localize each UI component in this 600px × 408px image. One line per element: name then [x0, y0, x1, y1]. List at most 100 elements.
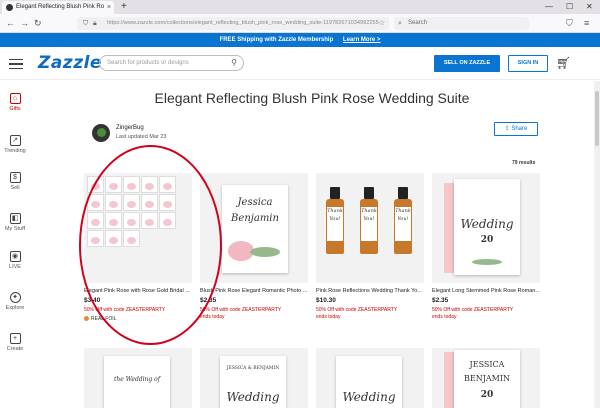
- bottle-art: Thank You!: [360, 187, 378, 254]
- maximize-icon[interactable]: ☐: [566, 0, 573, 14]
- promo-banner: FREE Shipping with Zazzle Membership Lea…: [0, 33, 600, 47]
- foil-badge-label: REAL FOIL: [91, 316, 117, 322]
- browser-search-placeholder: Search: [408, 20, 428, 26]
- sidenav-trending[interactable]: ↗ Trending: [0, 135, 30, 154]
- product-image[interactable]: Thank You! Thank You! Thank You!: [316, 173, 424, 283]
- product-image[interactable]: Jessica Benjamin: [200, 173, 308, 283]
- close-tab-icon[interactable]: ×: [107, 1, 111, 14]
- new-tab-icon[interactable]: +: [121, 0, 127, 14]
- site-search-placeholder: Search for products or designs: [107, 60, 189, 66]
- sidenav-explore[interactable]: ✦ Explore: [0, 292, 30, 311]
- product-card[interactable]: JESSICA BENJAMIN 20: [432, 348, 540, 408]
- sticker-thumb: [141, 176, 158, 193]
- url-bar[interactable]: ⛉ 🔒︎ https://www.zazzle.com/collections/…: [77, 17, 389, 30]
- browser-search-box[interactable]: ⌕ Search: [394, 17, 529, 30]
- sell-on-zazzle-button[interactable]: SELL ON ZAZZLE: [434, 55, 500, 72]
- product-name[interactable]: Pink Rose Reflections Wedding Thank Yo..…: [316, 288, 424, 294]
- bottle-art: Thank You!: [394, 187, 412, 254]
- scrollbar-thumb[interactable]: [595, 91, 599, 146]
- product-discount: 50% Off with code ZEASTERPARTY: [316, 307, 398, 313]
- product-name[interactable]: Blush Pink Rose Elegant Romantic Photo .…: [200, 288, 308, 294]
- hamburger-menu-icon[interactable]: [9, 59, 23, 69]
- forward-icon[interactable]: →: [20, 17, 29, 29]
- bottle-label: Thank You!: [327, 207, 343, 241]
- sidenav-label: Gifts: [9, 106, 21, 112]
- browser-tab-bar: Elegant Reflecting Blush Pink Ro × + — ☐…: [0, 0, 600, 14]
- sticker-thumb: [123, 194, 140, 211]
- minimize-icon[interactable]: —: [545, 0, 553, 14]
- dollar-icon: $: [9, 172, 21, 183]
- product-card[interactable]: Thank You! Thank You! Thank You! Pink Ro…: [316, 173, 424, 320]
- product-card[interactable]: Wedding: [316, 348, 424, 408]
- sticker-thumb: [87, 230, 104, 247]
- product-image[interactable]: [84, 173, 192, 283]
- shield-icon: ⛉: [83, 20, 89, 27]
- search-icon[interactable]: ⚲: [231, 56, 237, 70]
- art-name-1: JESSICA: [469, 360, 505, 369]
- product-name[interactable]: Elegant Long Stemmed Pink Rose Roman...: [432, 288, 540, 294]
- leaf-art: [250, 247, 280, 257]
- site-search-input[interactable]: Search for products or designs ⚲: [99, 55, 244, 71]
- product-discount: 50% Off with code ZEASTERPARTY: [200, 307, 282, 313]
- product-price: $3.40: [84, 297, 101, 304]
- product-card[interactable]: Wedding 20 Elegant Long Stemmed Pink Ros…: [432, 173, 540, 320]
- site-header: Zazzle Search for products or designs ⚲ …: [0, 47, 600, 80]
- shopping-cart-icon[interactable]: 🛒︎: [556, 56, 571, 70]
- sidenav-create[interactable]: + Create: [0, 333, 30, 352]
- author-name[interactable]: ZingerBug: [116, 125, 144, 131]
- product-image[interactable]: Wedding 20: [432, 173, 540, 283]
- bottle-cap: [364, 187, 374, 199]
- sidenav-label: Create: [6, 346, 24, 352]
- browser-tab-title: Elegant Reflecting Blush Pink Ro: [16, 4, 105, 10]
- sticker-thumb: [123, 212, 140, 229]
- art-day: 20: [480, 235, 494, 245]
- url-text: https://www.zazzle.com/collections/elega…: [107, 20, 379, 26]
- sticker-thumb: [87, 176, 104, 193]
- zazzle-logo[interactable]: Zazzle: [38, 53, 102, 73]
- foil-badge: REAL FOIL: [84, 316, 192, 322]
- product-card[interactable]: JESSICA & BENJAMIN Wedding: [200, 348, 308, 408]
- share-button[interactable]: ⇪ Share: [494, 122, 538, 136]
- art-title: Wedding: [342, 390, 396, 404]
- browser-nav-bar: ← → ↻ ⛉ 🔒︎ https://www.zazzle.com/collec…: [0, 14, 600, 33]
- sidenav-my-stuff[interactable]: ◧ My Stuff: [0, 213, 30, 232]
- page-title: Elegant Reflecting Blush Pink Rose Weddi…: [154, 90, 470, 106]
- page-scrollbar[interactable]: [594, 81, 600, 408]
- product-card[interactable]: Jessica Benjamin Blush Pink Rose Elegant…: [200, 173, 308, 320]
- product-ends: ends today: [432, 314, 457, 320]
- sticker-thumb: [141, 194, 158, 211]
- last-updated: Last updated Mar 23: [116, 134, 167, 140]
- sidenav-live[interactable]: ◉ LIVE: [0, 251, 30, 270]
- zazzle-favicon-icon: [6, 4, 13, 11]
- product-name[interactable]: Elegant Pink Rose with Rose Gold Bridal …: [84, 288, 192, 294]
- reload-icon[interactable]: ↻: [34, 17, 42, 29]
- sticker-thumb: [87, 212, 104, 229]
- back-icon[interactable]: ←: [6, 17, 15, 29]
- promo-learn-more-link[interactable]: Learn More >: [343, 37, 381, 43]
- browser-tab[interactable]: Elegant Reflecting Blush Pink Ro ×: [2, 1, 114, 14]
- close-window-icon[interactable]: ✕: [586, 0, 593, 14]
- sidenav-gifts[interactable]: ⌂ Gifts: [0, 93, 30, 112]
- product-card[interactable]: the Wedding of: [84, 348, 192, 408]
- lock-icon: 🔒︎: [93, 20, 97, 27]
- invitation-art: JESSICA & BENJAMIN Wedding: [220, 356, 286, 408]
- share-label: Share: [511, 126, 528, 132]
- menu-icon[interactable]: ≡: [584, 17, 589, 29]
- product-card[interactable]: Elegant Pink Rose with Rose Gold Bridal …: [84, 173, 192, 322]
- art-names: JESSICA & BENJAMIN: [226, 366, 280, 371]
- author-avatar[interactable]: [92, 124, 110, 142]
- sign-in-button[interactable]: SIGN IN: [508, 55, 548, 72]
- pocket-icon[interactable]: ⛉: [566, 17, 573, 29]
- browser-search-icon: ⌕: [398, 20, 402, 27]
- invitation-art: Wedding 20: [454, 179, 520, 275]
- bookmark-star-icon[interactable]: ☆: [379, 17, 385, 30]
- product-discount: 50% Off with code ZEASTERPARTY: [432, 307, 514, 313]
- sidenav-label: Explore: [5, 305, 25, 311]
- sticker-thumb: [141, 212, 158, 229]
- product-discount: 50% Off with code ZEASTERPARTY: [84, 307, 166, 313]
- leaf-art: [472, 259, 502, 265]
- art-name-2: BENJAMIN: [463, 374, 511, 383]
- side-nav: ⌂ Gifts ↗ Trending $ Sell ◧ My Stuff ◉ LIVE ✦…: [0, 81, 30, 408]
- sidenav-sell[interactable]: $ Sell: [0, 172, 30, 191]
- art-title: Wedding: [226, 390, 280, 404]
